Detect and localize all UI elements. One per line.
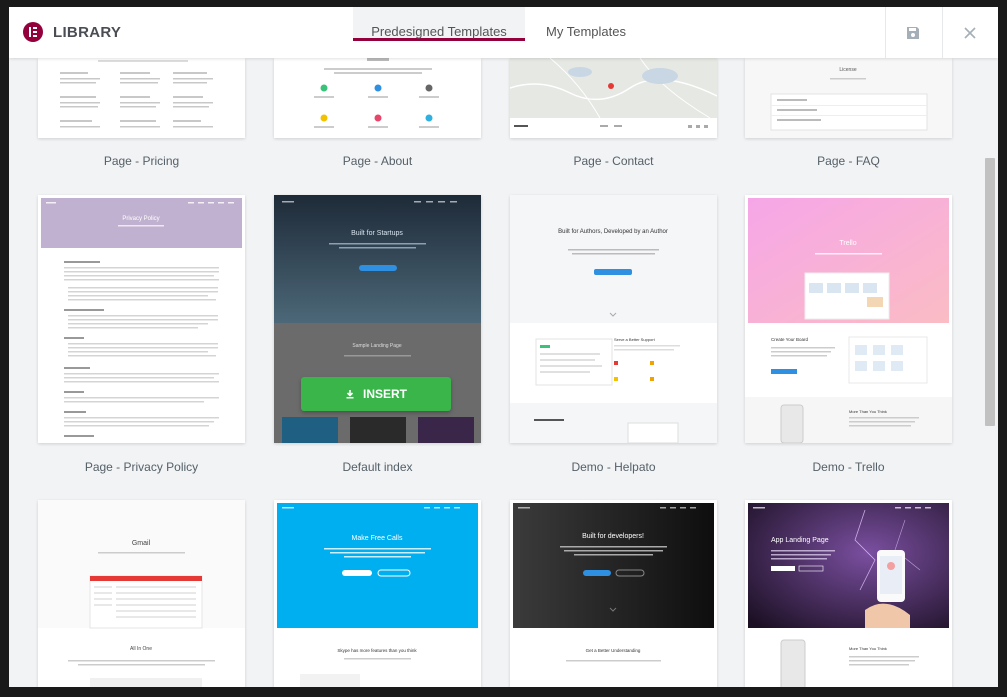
save-button[interactable] <box>885 7 940 58</box>
preview-subtitle: Skype has more features than you think <box>337 648 417 653</box>
svg-text:More Than You Think: More Than You Think <box>849 409 887 414</box>
template-card-page-about[interactable] <box>274 58 481 138</box>
template-preview <box>510 58 717 138</box>
template-name: Page - About <box>342 154 413 168</box>
preview-title: Trello <box>839 240 856 247</box>
template-card-demo-helpato[interactable]: Built for Authors, Developed by an Autho… <box>510 195 717 443</box>
scrollbar[interactable] <box>984 58 996 687</box>
template-card-demo-trello[interactable]: Trello Create Your Board More Than You T… <box>745 195 952 443</box>
save-icon <box>907 26 919 39</box>
template-name: Demo - Trello <box>812 460 885 474</box>
library-header: LIBRARY Predesigned Templates My Templat… <box>9 7 998 58</box>
template-card-page-faq[interactable]: License <box>745 58 952 138</box>
template-preview: License <box>745 58 952 138</box>
tab-predesigned-templates[interactable]: Predesigned Templates <box>353 7 525 41</box>
template-name: Page - Contact <box>573 154 654 168</box>
library-title: LIBRARY <box>53 24 122 41</box>
tab-my-templates[interactable]: My Templates <box>535 24 637 58</box>
template-preview: App Landing Page More Than You Think <box>745 500 952 687</box>
preview-subtitle: Create Your Board <box>771 337 809 342</box>
preview-title: Built for developers! <box>582 533 644 540</box>
template-card-built-for-developers[interactable]: Built for developers! Get a Better Under… <box>510 500 717 687</box>
preview-subtitle: All In One <box>130 646 152 652</box>
close-button[interactable] <box>942 7 997 58</box>
close-icon <box>964 26 976 39</box>
preview-title: License <box>839 67 856 73</box>
template-preview: Make Free Calls Skype has more features … <box>274 500 481 687</box>
template-card-app-landing-page[interactable]: App Landing Page More Than You Think <box>745 500 952 687</box>
insert-label: INSERT <box>362 387 407 401</box>
preview-subtitle: Get a Better Understanding <box>586 648 641 653</box>
template-name: Page - Pricing <box>103 154 180 168</box>
template-card-page-privacy-policy[interactable]: Privacy Policy <box>38 195 245 443</box>
preview-subtitle: Sample Landing Page <box>352 343 401 349</box>
preview-subtitle: More Than You Think <box>849 646 887 651</box>
template-card-default-index[interactable]: Built for Startups Sample Landing Page I… <box>274 195 481 443</box>
template-preview: Built for developers! Get a Better Under… <box>510 500 717 687</box>
download-icon <box>346 390 354 399</box>
template-preview <box>274 58 481 138</box>
template-preview: Built for Authors, Developed by an Autho… <box>510 195 717 443</box>
preview-title: Privacy Policy <box>122 216 159 222</box>
template-card-page-pricing[interactable] <box>38 58 245 138</box>
template-card-gmail[interactable]: Gmail All In One <box>38 500 245 687</box>
template-name: Page - FAQ <box>817 154 880 168</box>
preview-title: Make Free Calls <box>352 535 403 542</box>
template-name: Default index <box>342 460 413 474</box>
preview-title: Built for Authors, Developed by an Autho… <box>558 229 668 235</box>
templates-grid: Page - Pricing Page - About Page - Conta… <box>9 58 998 687</box>
preview-subtitle: Serve a Better Support <box>614 337 656 342</box>
template-card-page-contact[interactable] <box>510 58 717 138</box>
elementor-logo-icon <box>23 22 43 42</box>
template-preview: Privacy Policy <box>38 195 245 443</box>
scrollbar-thumb[interactable] <box>985 158 995 426</box>
template-preview: Trello Create Your Board More Than You T… <box>745 195 952 443</box>
template-name: Demo - Helpato <box>571 460 656 474</box>
template-name: Page - Privacy Policy <box>84 460 199 474</box>
template-preview: Gmail All In One <box>38 500 245 687</box>
library-modal: LIBRARY Predesigned Templates My Templat… <box>9 7 998 687</box>
template-card-make-free-calls[interactable]: Make Free Calls Skype has more features … <box>274 500 481 687</box>
insert-button[interactable]: INSERT <box>301 377 451 411</box>
template-preview <box>38 58 245 138</box>
preview-title: Built for Startups <box>351 230 403 237</box>
preview-title: Gmail <box>132 540 151 547</box>
preview-title: App Landing Page <box>771 537 829 544</box>
